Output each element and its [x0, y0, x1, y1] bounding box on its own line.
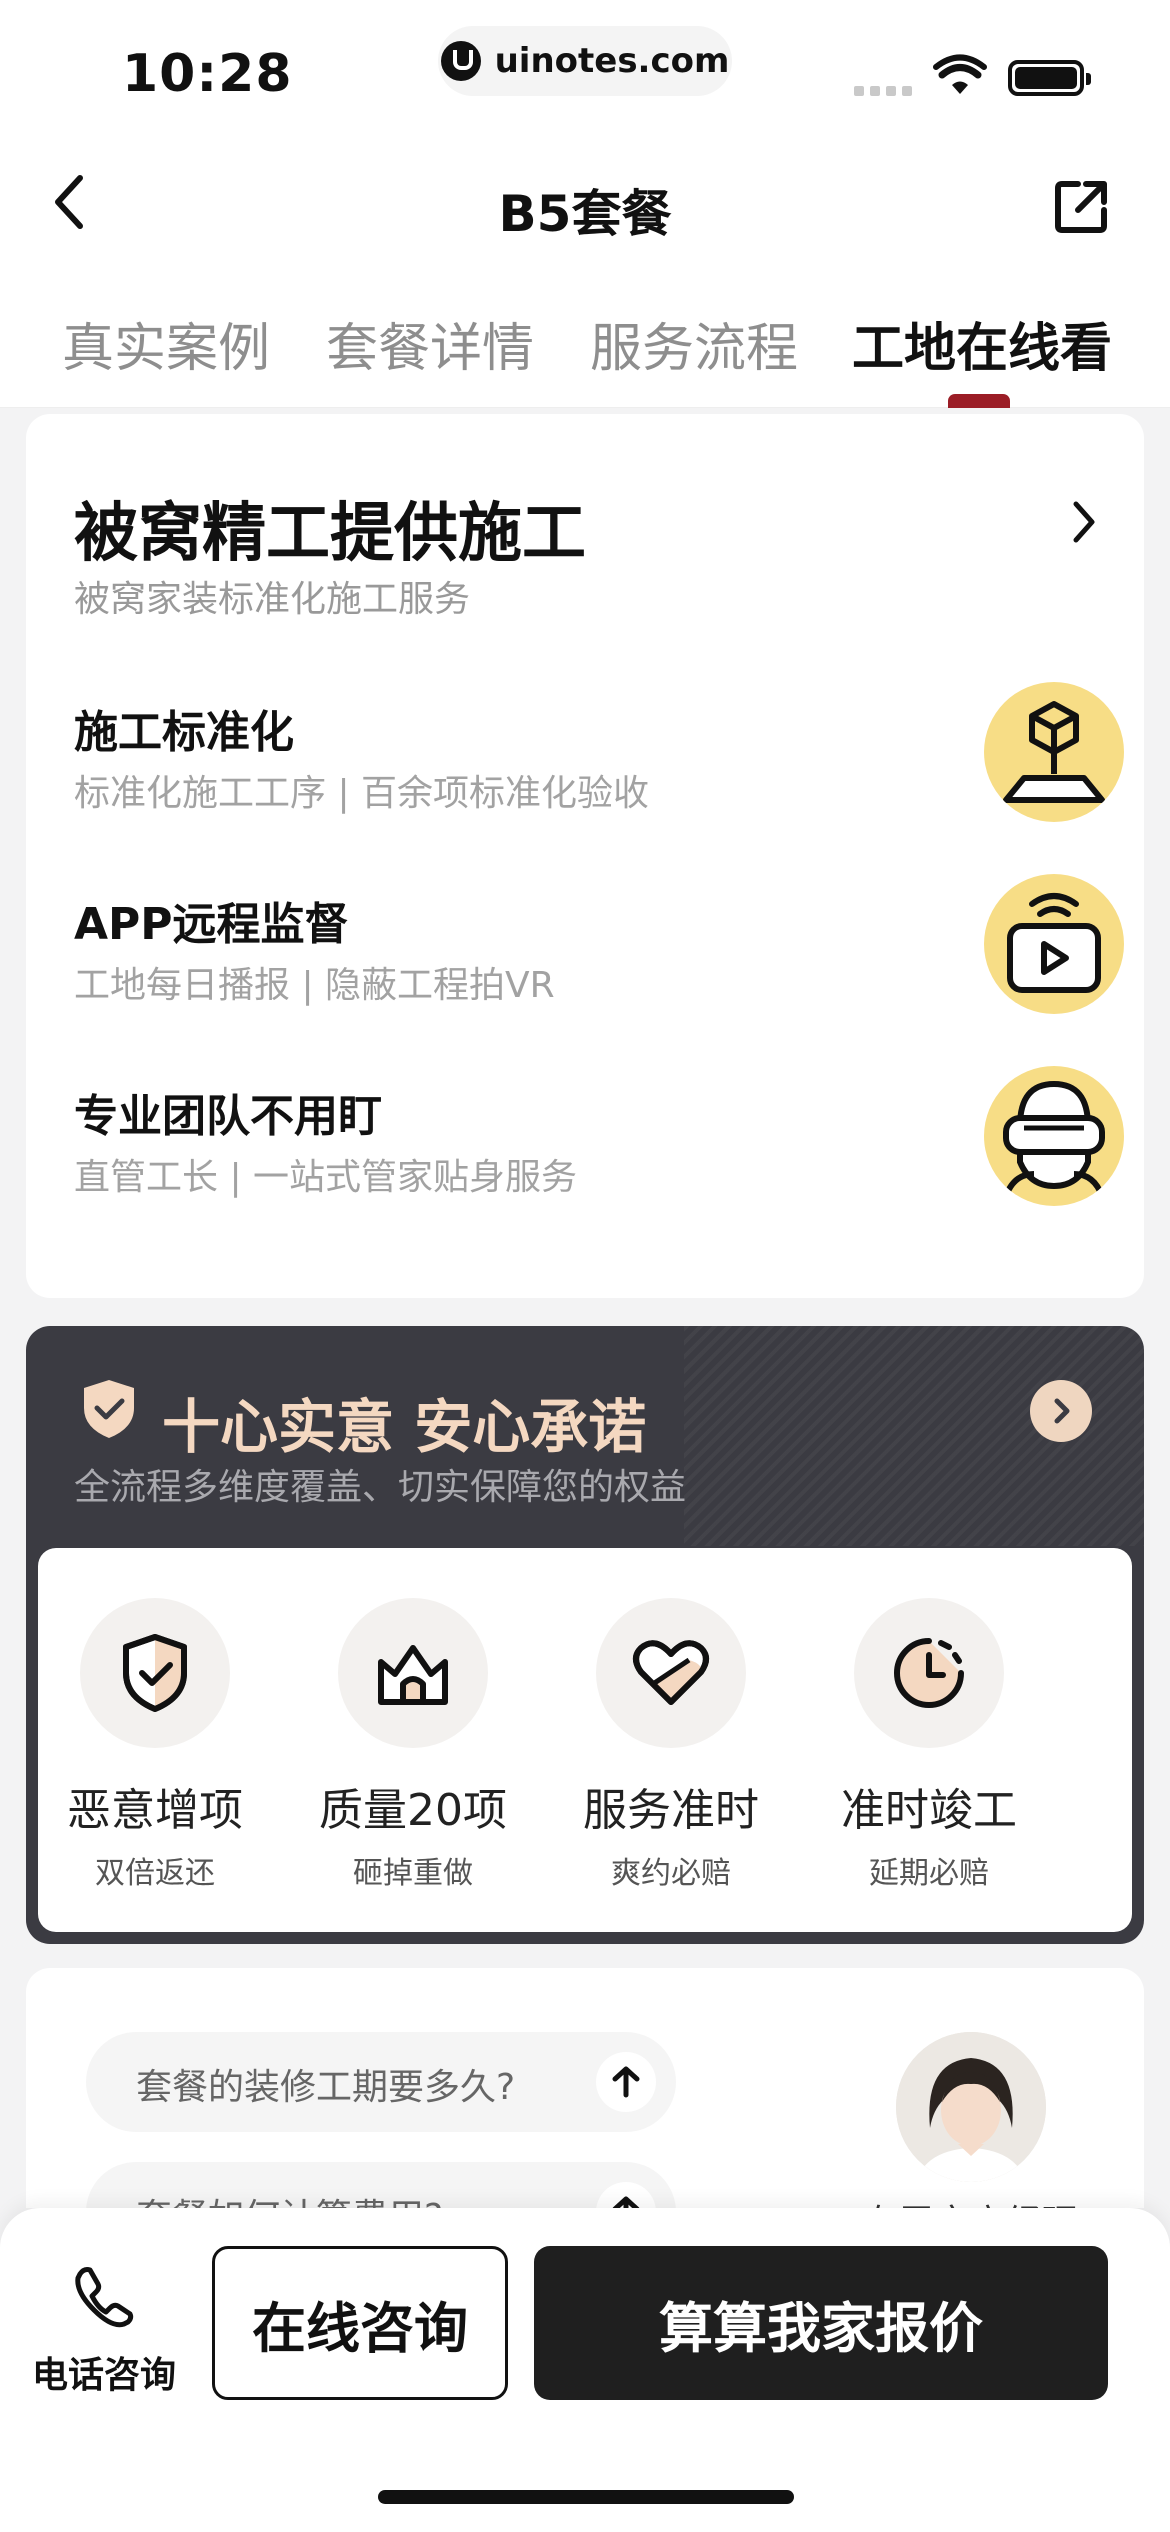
home-indicator	[378, 2490, 794, 2504]
tab-bar: 真实案例 套餐详情 服务流程 工地在线看	[0, 270, 1170, 408]
chevron-right-icon[interactable]	[1030, 1380, 1092, 1442]
wifi-icon	[933, 54, 987, 94]
page-title: B5套餐	[498, 185, 672, 243]
construction-subtitle: 被窝家装标准化施工服务	[74, 579, 471, 620]
feature-title: 专业团队不用盯	[74, 1091, 382, 1142]
vr-team-icon	[984, 1066, 1124, 1206]
manager-label: 专属客户经理	[862, 2194, 1078, 2208]
site-logo-icon	[440, 41, 481, 81]
feature-subtitle: 标准化施工工序 | 百余项标准化验收	[74, 773, 650, 814]
url-text: uinotes.com	[494, 41, 730, 81]
phone-icon	[75, 2267, 134, 2328]
construction-standard-icon	[984, 682, 1124, 822]
url-pill[interactable]: uinotes.com	[438, 26, 732, 96]
promise-item[interactable]: 恶意增项 双倍返还	[26, 1598, 284, 1892]
active-tab-indicator	[948, 394, 1010, 408]
feature-subtitle: 工地每日播报 | 隐蔽工程拍VR	[74, 965, 555, 1006]
promise-item[interactable]: 服务准时 爽约必赔	[542, 1598, 800, 1892]
promise-item-name: 服务准时	[583, 1785, 759, 1836]
tab-site-online[interactable]: 工地在线看	[852, 306, 1112, 381]
promise-item[interactable]: 准时竣工 延期必赔	[800, 1598, 1058, 1892]
arrow-up-icon[interactable]	[596, 2182, 656, 2208]
promise-item-desc: 双倍返还	[95, 1856, 215, 1891]
promise-item-name: 准时竣工	[841, 1785, 1017, 1836]
faq-question[interactable]: 套餐的装修工期要多久?	[86, 2032, 676, 2132]
shield-check-icon	[80, 1598, 230, 1748]
feature-title: 施工标准化	[74, 707, 294, 758]
promise-item-name: 质量20项	[319, 1785, 507, 1836]
status-time: 10:28	[122, 44, 293, 104]
promise-item-desc: 砸掉重做	[353, 1856, 473, 1891]
faq-question[interactable]: 套餐如何计算费用?	[86, 2162, 676, 2208]
nav-bar: B5套餐	[0, 140, 1170, 270]
feature-title: APP远程监督	[74, 899, 349, 950]
bottom-action-bar: 电话咨询 在线咨询 算算我家报价	[0, 2208, 1170, 2532]
status-bar: 10:28 uinotes.com	[0, 0, 1170, 140]
construction-card[interactable]: 被窝精工提供施工 被窝家装标准化施工服务 施工标准化 标准化施工工序 | 百余项…	[26, 414, 1144, 1298]
construction-title: 被窝精工提供施工	[74, 497, 586, 571]
phone-consult-button[interactable]: 电话咨询	[24, 2264, 184, 2404]
faq-question-text: 套餐如何计算费用?	[136, 2188, 443, 2208]
clock-icon	[854, 1598, 1004, 1748]
tab-package-details[interactable]: 套餐详情	[326, 306, 534, 381]
promise-items-panel: 恶意增项 双倍返还 质量20项 砸掉重做 服务准时 爽约必赔 准时竣工 延期必赔	[38, 1548, 1132, 1932]
heart-icon	[596, 1598, 746, 1748]
promise-card[interactable]: 十心实意 安心承诺 全流程多维度覆盖、切实保障您的权益 恶意增项 双倍返还 质量…	[26, 1326, 1144, 1944]
phone-consult-label: 电话咨询	[31, 2355, 176, 2396]
shield-icon	[84, 1380, 134, 1438]
promise-subtitle: 全流程多维度覆盖、切实保障您的权益	[74, 1467, 687, 1508]
house-icon	[338, 1598, 488, 1748]
tab-real-cases[interactable]: 真实案例	[62, 306, 270, 381]
faq-card: 套餐的装修工期要多久? 套餐如何计算费用? 专属客户经理	[26, 1968, 1144, 2208]
feature-standardized: 施工标准化 标准化施工工序 | 百余项标准化验收	[74, 682, 1124, 846]
promise-item[interactable]: 质量20项 砸掉重做	[284, 1598, 542, 1892]
battery-icon	[1008, 60, 1091, 96]
promise-item-name: 恶意增项	[67, 1785, 243, 1836]
feature-pro-team: 专业团队不用盯 直管工长 | 一站式管家贴身服务	[74, 1066, 1124, 1230]
promise-title: 十心实意 安心承诺	[162, 1393, 647, 1461]
cellular-signal-icon	[854, 86, 912, 96]
promise-item-desc: 爽约必赔	[611, 1856, 731, 1891]
remote-video-icon	[984, 874, 1124, 1014]
faq-question-text: 套餐的装修工期要多久?	[136, 2067, 516, 2108]
online-consult-button[interactable]: 在线咨询	[212, 2246, 508, 2400]
chevron-right-icon[interactable]	[1064, 494, 1104, 550]
feature-subtitle: 直管工长 | 一站式管家贴身服务	[74, 1157, 578, 1198]
promise-item-desc: 延期必赔	[869, 1856, 989, 1891]
tab-service-process[interactable]: 服务流程	[590, 306, 798, 381]
arrow-up-icon[interactable]	[596, 2052, 656, 2112]
get-quote-button[interactable]: 算算我家报价	[534, 2246, 1108, 2400]
avatar[interactable]	[896, 2032, 1046, 2182]
share-icon[interactable]	[1052, 176, 1112, 236]
feature-app-supervision: APP远程监督 工地每日播报 | 隐蔽工程拍VR	[74, 874, 1124, 1038]
